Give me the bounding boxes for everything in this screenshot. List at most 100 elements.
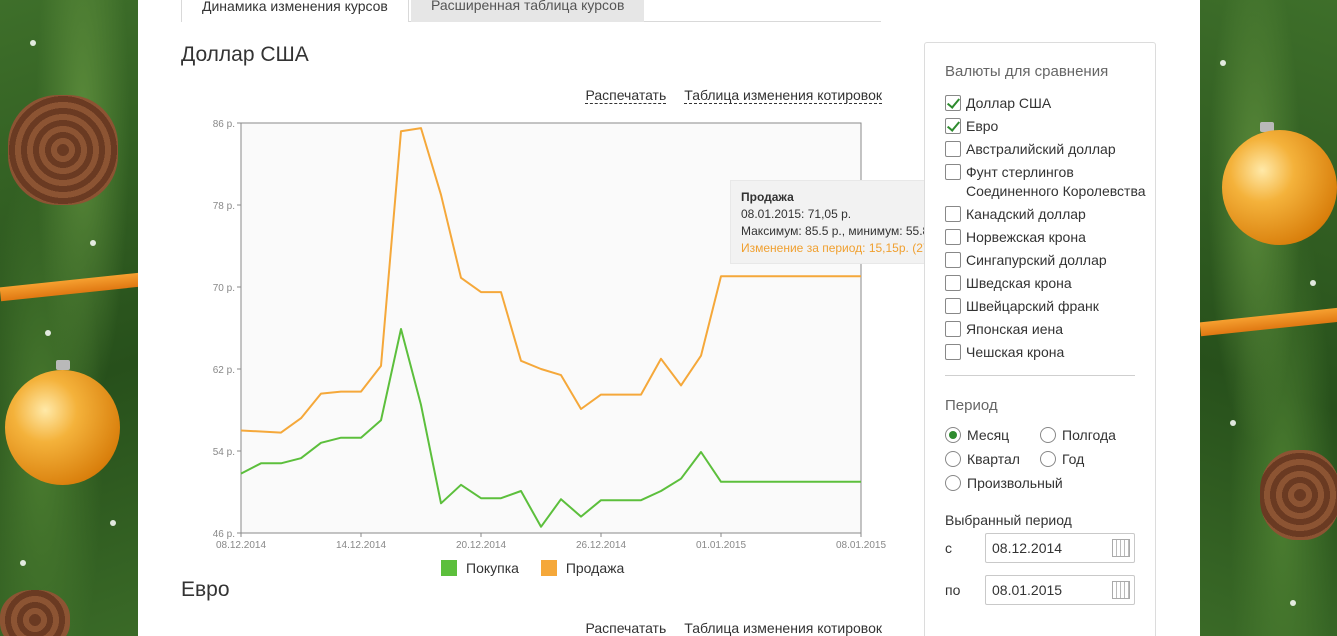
print-link[interactable]: Распечатать: [585, 620, 667, 636]
calendar-icon[interactable]: [1112, 581, 1130, 599]
currency-label: Швейцарский франк: [966, 298, 1099, 314]
period-title: Период: [945, 397, 998, 414]
checkbox[interactable]: [945, 229, 961, 245]
checkbox[interactable]: [945, 118, 961, 134]
legend-label-buy: Покупка: [466, 560, 519, 576]
period-label: Полгода: [1062, 427, 1116, 443]
currency-option[interactable]: Шведская крона: [945, 273, 1072, 293]
period-option-month[interactable]: Месяц: [945, 425, 1009, 445]
decorative-background-right: [1200, 0, 1337, 636]
checkbox[interactable]: [945, 95, 961, 111]
ribbon-decoration: [1200, 307, 1337, 337]
sidebar-divider: [945, 375, 1135, 376]
pinecone-decoration: [8, 95, 118, 205]
pinecone-decoration: [1260, 450, 1337, 540]
currency-option[interactable]: Канадский доллар: [945, 204, 1086, 224]
date-to-label: по: [945, 582, 961, 598]
radio-button[interactable]: [1040, 427, 1056, 443]
currency-title-eur: Евро: [181, 578, 230, 601]
legend-swatch-sell: [540, 560, 557, 576]
radio-button[interactable]: [1040, 451, 1056, 467]
ornament-decoration: [1222, 130, 1337, 245]
ornament-cap-decoration: [56, 360, 70, 370]
rate-chart: 46 р. 54 р. 62 р. 70 р. 78 р. 86 р. 08.12.2014…: [208, 113, 898, 553]
currency-option[interactable]: Швейцарский франк: [945, 296, 1099, 316]
snowflake: [110, 520, 116, 526]
selected-period-title: Выбранный период: [945, 512, 1072, 528]
checkbox[interactable]: [945, 321, 961, 337]
period-option-custom[interactable]: Произвольный: [945, 473, 1063, 493]
currency-option[interactable]: Норвежская крона: [945, 227, 1086, 247]
period-option-year[interactable]: Год: [1040, 449, 1084, 469]
quotes-table-link[interactable]: Таблица изменения котировок: [684, 620, 882, 636]
checkbox[interactable]: [945, 344, 961, 360]
checkbox[interactable]: [945, 252, 961, 268]
currency-option[interactable]: Японская иена: [945, 319, 1063, 339]
currency-label: Шведская крона: [966, 275, 1072, 291]
chart-links-eur: Распечатать Таблица изменения котировок: [567, 620, 882, 636]
checkbox[interactable]: [945, 298, 961, 314]
x-tick-label: 01.01.2015: [696, 540, 746, 551]
snowflake: [1290, 600, 1296, 606]
currency-option[interactable]: Фунт стерлингов: [945, 162, 1074, 182]
currency-option[interactable]: Сингапурский доллар: [945, 250, 1107, 270]
pinecone-decoration: [0, 590, 70, 636]
radio-button[interactable]: [945, 451, 961, 467]
date-from-box: [985, 533, 1135, 563]
quotes-table-link[interactable]: Таблица изменения котировок: [684, 87, 882, 104]
chart-links: Распечатать Таблица изменения котировок: [567, 87, 882, 104]
date-from-row: с: [945, 533, 1135, 563]
x-tick-label: 20.12.2014: [456, 540, 506, 551]
legend-item-sell[interactable]: Продажа: [540, 560, 625, 576]
snowflake: [90, 240, 96, 246]
tab-bar: Динамика изменения курсов Расширенная та…: [181, 0, 881, 22]
checkbox[interactable]: [945, 164, 961, 180]
chart-legend: Покупка Продажа: [441, 560, 642, 579]
currency-label: Доллар США: [966, 95, 1052, 111]
currencies-title: Валюты для сравнения: [945, 63, 1109, 80]
y-tick-label: 70 р.: [213, 283, 235, 294]
radio-button[interactable]: [945, 427, 961, 443]
x-tick-label: 08.01.2015: [836, 540, 886, 551]
ornament-decoration: [5, 370, 120, 485]
tab-extended-table[interactable]: Расширенная таблица курсов: [411, 0, 645, 22]
legend-label-sell: Продажа: [565, 560, 625, 576]
snowflake: [30, 40, 36, 46]
period-option-halfyear[interactable]: Полгода: [1040, 425, 1116, 445]
snowflake: [1230, 420, 1236, 426]
print-link[interactable]: Распечатать: [585, 87, 667, 104]
y-tick-label: 54 р.: [213, 447, 235, 458]
currency-label: Соединенного Королевства: [966, 183, 1146, 199]
currency-option[interactable]: Чешская крона: [945, 342, 1064, 362]
x-tick-label: 14.12.2014: [336, 540, 386, 551]
period-label: Квартал: [967, 451, 1020, 467]
checkbox[interactable]: [945, 275, 961, 291]
legend-swatch-buy: [441, 560, 457, 576]
period-label: Произвольный: [967, 475, 1063, 491]
rate-chart-svg: 46 р. 54 р. 62 р. 70 р. 78 р. 86 р. 08.12.2014…: [213, 119, 887, 551]
y-tick-label: 46 р.: [213, 529, 235, 540]
currency-option[interactable]: Евро: [945, 116, 998, 136]
snowflake: [1310, 280, 1316, 286]
currency-label: Норвежская крона: [966, 229, 1086, 245]
checkbox[interactable]: [945, 141, 961, 157]
x-tick-label: 26.12.2014: [576, 540, 626, 551]
currency-label: Чешская крона: [966, 344, 1065, 360]
currency-label: Фунт стерлингов: [966, 164, 1074, 180]
legend-item-buy[interactable]: Покупка: [441, 560, 519, 576]
snowflake: [45, 330, 51, 336]
tab-rate-dynamics[interactable]: Динамика изменения курсов: [181, 0, 409, 22]
snowflake: [1220, 60, 1226, 66]
currency-option[interactable]: Австралийский доллар: [945, 139, 1116, 159]
period-option-quarter[interactable]: Квартал: [945, 449, 1020, 469]
x-tick-label: 08.12.2014: [216, 540, 266, 551]
currency-label: Евро: [966, 118, 999, 134]
y-tick-label: 62 р.: [213, 365, 235, 376]
currency-label: Австралийский доллар: [966, 141, 1116, 157]
radio-button[interactable]: [945, 475, 961, 491]
ribbon-decoration: [0, 272, 138, 302]
currency-option[interactable]: Соединенного Королевства: [966, 181, 1146, 201]
checkbox[interactable]: [945, 206, 961, 222]
calendar-icon[interactable]: [1112, 539, 1130, 557]
currency-option[interactable]: Доллар США: [945, 93, 1051, 113]
